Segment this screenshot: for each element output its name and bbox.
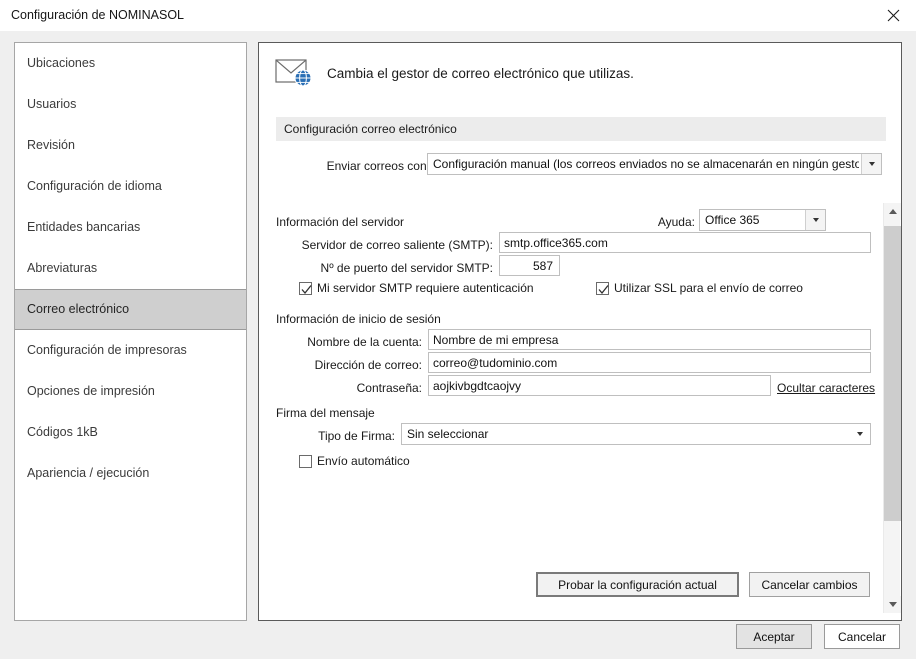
- test-configuration-button[interactable]: Probar la configuración actual: [536, 572, 739, 597]
- section-band-email-config: Configuración correo electrónico: [276, 117, 886, 141]
- chevron-down-icon: [888, 602, 897, 607]
- email-settings-panel: Cambia el gestor de correo electrónico q…: [258, 42, 902, 621]
- help-value: Office 365: [705, 213, 760, 227]
- send-with-dropdown[interactable]: Configuración manual (los correos enviad…: [427, 153, 882, 175]
- sidebar-item-entidades-bancarias[interactable]: Entidades bancarias: [15, 207, 246, 248]
- smtp-server-input[interactable]: [499, 232, 871, 253]
- scroll-up-button[interactable]: [884, 203, 901, 220]
- ssl-checkbox[interactable]: Utilizar SSL para el envío de correo: [596, 281, 803, 295]
- help-dropdown[interactable]: Office 365: [699, 209, 826, 231]
- checkbox-checked-icon: [299, 281, 312, 295]
- sidebar-item-configuracion-de-impresoras[interactable]: Configuración de impresoras: [15, 330, 246, 371]
- send-with-value: Configuración manual (los correos enviad…: [433, 157, 859, 171]
- email-address-label: Dirección de correo:: [314, 358, 422, 372]
- smtp-auth-checkbox[interactable]: Mi servidor SMTP requiere autenticación: [299, 281, 534, 295]
- send-with-label: Enviar correos con:: [326, 159, 430, 173]
- sidebar-item-revision[interactable]: Revisión: [15, 125, 246, 166]
- sidebar-item-abreviaturas[interactable]: Abreviaturas: [15, 248, 246, 289]
- ssl-label: Utilizar SSL para el envío de correo: [614, 281, 803, 295]
- smtp-auth-label: Mi servidor SMTP requiere autenticación: [317, 281, 534, 295]
- signature-section-title: Firma del mensaje: [276, 406, 375, 420]
- account-name-label: Nombre de la cuenta:: [307, 335, 422, 349]
- sidebar-item-opciones-de-impresion[interactable]: Opciones de impresión: [15, 371, 246, 412]
- account-name-input[interactable]: [428, 329, 871, 350]
- chevron-down-icon: [850, 424, 870, 444]
- password-input[interactable]: [428, 375, 771, 396]
- sidebar-item-configuracion-de-idioma[interactable]: Configuración de idioma: [15, 166, 246, 207]
- checkbox-unchecked-icon: [299, 454, 312, 468]
- scrollbar-thumb[interactable]: [884, 226, 901, 521]
- scroll-down-button[interactable]: [884, 596, 901, 613]
- signature-type-value: Sin seleccionar: [407, 427, 489, 441]
- checkbox-checked-icon: [596, 281, 609, 295]
- email-globe-icon: [275, 56, 317, 90]
- panel-vertical-scrollbar[interactable]: [883, 203, 901, 613]
- auto-send-checkbox[interactable]: Envío automático: [299, 454, 410, 468]
- accept-button[interactable]: Aceptar: [736, 624, 812, 649]
- help-label: Ayuda:: [657, 215, 695, 229]
- close-icon: [887, 9, 899, 22]
- login-section-title: Información de inicio de sesión: [276, 312, 441, 326]
- settings-sidebar: Ubicaciones Usuarios Revisión Configurac…: [14, 42, 247, 621]
- signature-type-dropdown[interactable]: Sin seleccionar: [401, 423, 871, 445]
- chevron-up-icon: [888, 209, 897, 214]
- title-bar: Configuración de NOMINASOL: [0, 0, 916, 31]
- cancel-changes-button[interactable]: Cancelar cambios: [749, 572, 870, 597]
- server-section-title: Información del servidor: [276, 215, 405, 229]
- chevron-down-icon: [805, 210, 825, 230]
- panel-header-text: Cambia el gestor de correo electrónico q…: [327, 65, 634, 81]
- close-button[interactable]: [870, 0, 916, 31]
- smtp-server-label: Servidor de correo saliente (SMTP):: [301, 238, 493, 252]
- sidebar-item-usuarios[interactable]: Usuarios: [15, 84, 246, 125]
- sidebar-item-apariencia-ejecucion[interactable]: Apariencia / ejecución: [15, 453, 246, 494]
- window-body: Ubicaciones Usuarios Revisión Configurac…: [0, 31, 916, 659]
- auto-send-label: Envío automático: [317, 454, 410, 468]
- sidebar-item-ubicaciones[interactable]: Ubicaciones: [15, 43, 246, 84]
- toggle-password-link[interactable]: Ocultar caracteres: [777, 381, 875, 395]
- section-band-label: Configuración correo electrónico: [284, 122, 457, 136]
- signature-type-label: Tipo de Firma:: [318, 429, 395, 443]
- panel-header: Cambia el gestor de correo electrónico q…: [275, 56, 634, 90]
- sidebar-item-codigos-1kb[interactable]: Códigos 1kB: [15, 412, 246, 453]
- email-address-input[interactable]: [428, 352, 871, 373]
- smtp-port-label: Nº de puerto del servidor SMTP:: [320, 261, 493, 275]
- password-label: Contraseña:: [356, 381, 422, 395]
- sidebar-item-correo-electronico[interactable]: Correo electrónico: [15, 289, 246, 330]
- cancel-button[interactable]: Cancelar: [824, 624, 900, 649]
- chevron-down-icon: [861, 154, 881, 174]
- smtp-port-input[interactable]: [499, 255, 560, 276]
- window-title: Configuración de NOMINASOL: [11, 8, 184, 22]
